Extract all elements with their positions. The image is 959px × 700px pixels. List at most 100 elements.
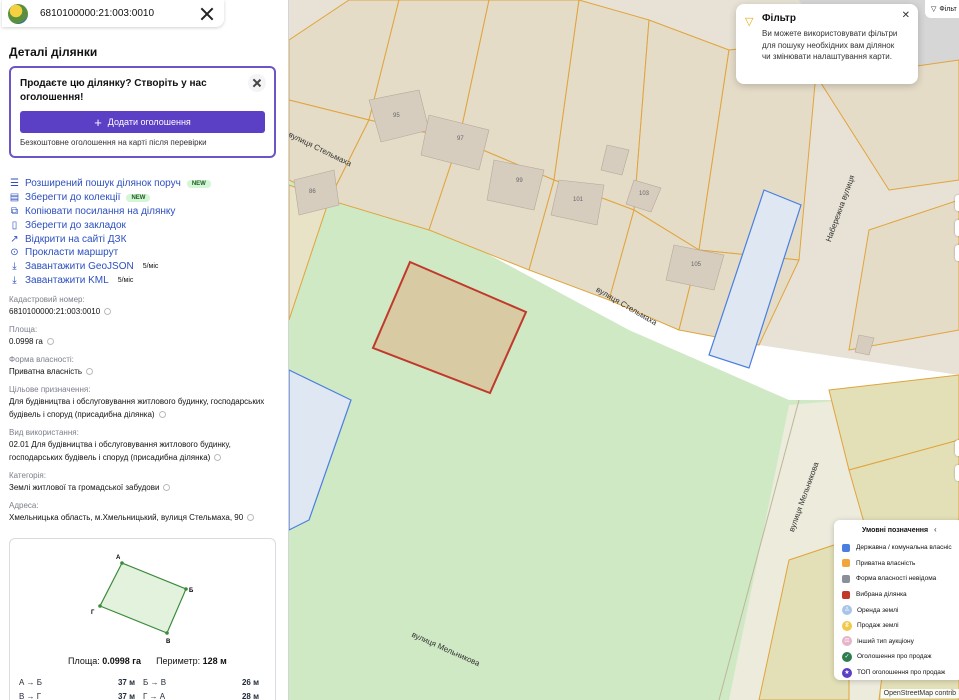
filter-tooltip-text: Ви можете використовувати фільтри для по…	[762, 29, 898, 61]
category-value: Землі житлової та громадської забудови	[9, 481, 279, 494]
info-icon[interactable]	[158, 411, 166, 419]
action-save-collection[interactable]: ▤ Зберегти до колекції NEW	[9, 191, 211, 205]
legend-item: ♙ Оренда землі	[842, 602, 956, 618]
map-side-control[interactable]	[955, 195, 959, 211]
side-name: А → Б	[19, 677, 43, 687]
action-label: Зберегти до колекції	[25, 192, 121, 204]
info-icon[interactable]	[247, 514, 255, 522]
action-download-kml[interactable]: ⤓ Завантажити KML 5/міс	[9, 274, 211, 288]
map-canvas[interactable]: вулиця Стельмаха вулиця Стельмаха Набере…	[289, 0, 959, 700]
category-label: Категорія:	[9, 471, 46, 480]
side-cell: Г → А 28 м	[143, 692, 267, 700]
map-side-control[interactable]	[955, 220, 959, 236]
purpose-label: Цільове призначення:	[9, 385, 91, 394]
action-label: Зберегти до закладок	[25, 219, 126, 231]
action-label: Завантажити KML	[25, 274, 109, 286]
sliders-icon: ☰	[10, 178, 19, 190]
search-input[interactable]: 6810100000:21:003:0010	[40, 8, 200, 19]
parcel-shape-diagram: А Б В Г	[91, 555, 194, 645]
legend-item: ✓ Оголошення про продаж	[842, 649, 956, 665]
funnel-icon: ▽	[745, 16, 754, 28]
vertex-label-v: В	[166, 639, 171, 645]
house-number: 95	[393, 113, 400, 119]
promo-card: Продаєте цю ділянку? Створіть у нас огол…	[9, 66, 276, 158]
house-number: 101	[573, 197, 584, 203]
add-listing-button[interactable]: + Додати оголошення	[20, 111, 265, 133]
info-icon[interactable]	[214, 454, 222, 462]
action-copy-link[interactable]: ⧉ Копіювати посилання на ділянку	[9, 205, 211, 219]
filter-button-label: Фільт	[939, 5, 957, 13]
legend-item: Форма власності невідома	[842, 571, 956, 587]
legend-swatch	[842, 574, 850, 583]
side-cell: В → Г 37 м	[19, 692, 143, 700]
vertex-dot	[120, 561, 124, 565]
download-icon: ⤓	[12, 274, 17, 286]
filter-button[interactable]: ▽ Фільт	[925, 0, 959, 18]
map-side-control[interactable]	[955, 245, 959, 261]
house-number: 105	[691, 262, 702, 268]
legend-item: ₴ Продаж землі	[842, 618, 956, 634]
ownership-value: Приватна власність	[9, 365, 279, 378]
usage-value: 02.01 Для будівництва і обслуговування ж…	[9, 438, 279, 464]
action-route[interactable]: ⊙ Прокласти маршрут	[9, 246, 211, 260]
lease-icon: ♙	[842, 605, 852, 616]
shape-area-label: Площа:	[68, 656, 100, 666]
action-label: Розширений пошук ділянок поруч	[25, 178, 181, 190]
legend-item: Вибрана ділянка	[842, 587, 956, 603]
map-side-control[interactable]	[955, 440, 959, 456]
action-bookmark[interactable]: ▯ Зберегти до закладок	[9, 218, 211, 232]
house-number: 86	[309, 189, 316, 195]
side-name: Г → А	[143, 691, 166, 700]
shape-area-value: 0.0998 га	[102, 656, 142, 666]
action-advanced-search[interactable]: ☰ Розширений пошук ділянок поруч NEW	[9, 177, 211, 191]
address-label: Адреса:	[9, 501, 39, 510]
plus-icon: +	[94, 114, 102, 130]
close-icon[interactable]	[200, 7, 214, 21]
chevron-left-icon[interactable]: ‹	[934, 525, 937, 534]
shape-perimeter-value: 128 м	[202, 656, 227, 666]
link-icon: ⧉	[10, 205, 19, 217]
limit-label: 5/міс	[142, 263, 159, 271]
address-value: Хмельницька область, м.Хмельницький, вул…	[9, 511, 279, 524]
legend-swatch	[842, 559, 850, 568]
sides-row: В → Г 37 м Г → А 28 м	[19, 689, 267, 700]
legend-label: Вибрана ділянка	[856, 591, 907, 599]
action-open-dzk[interactable]: ↗ Відкрити на сайті ДЗК	[9, 232, 211, 246]
legend-item: ⚖ Інший тип аукціону	[842, 634, 956, 650]
panel-title: Деталі ділянки	[9, 45, 98, 59]
info-icon[interactable]	[163, 484, 171, 492]
listing-icon: ✓	[842, 651, 852, 662]
purpose-text: Для будівництва і обслуговування житлово…	[9, 397, 265, 419]
filter-tooltip-title: Фільтр	[762, 13, 796, 24]
address-text: Хмельницька область, м.Хмельницький, вул…	[9, 513, 244, 522]
info-icon[interactable]	[86, 368, 94, 376]
parcel-shape-card: А Б В Г Площа: 0.0998 га Периметр: 128 м…	[9, 538, 276, 700]
bookmark-icon: ▯	[11, 219, 18, 231]
house-number: 97	[457, 136, 464, 142]
shape-summary: Площа: 0.0998 га Периметр: 128 м	[68, 656, 227, 666]
cadastral-number[interactable]: 6810100000:21:003:0010	[9, 307, 100, 316]
legend-swatch	[842, 590, 850, 599]
new-badge: NEW	[186, 179, 211, 188]
promo-close-icon[interactable]	[248, 74, 266, 92]
action-download-geojson[interactable]: ⤓ Завантажити GeoJSON 5/міс	[9, 260, 211, 274]
cadastral-value: 6810100000:21:003:0010	[9, 305, 279, 318]
search-bar[interactable]: 6810100000:21:003:0010	[2, 0, 224, 27]
shape-perimeter-label: Периметр:	[156, 656, 201, 666]
close-icon[interactable]: ✕	[902, 10, 910, 21]
legend-title: Умовні позначення	[862, 527, 929, 534]
area-label: Площа:	[9, 325, 38, 334]
info-icon[interactable]	[46, 338, 54, 346]
parcel-shape	[99, 562, 187, 634]
legend-label: Приватна власність	[856, 559, 916, 567]
app-logo	[8, 3, 28, 24]
legend-label: Інший тип аукціону	[857, 637, 914, 645]
copy-icon[interactable]	[104, 308, 112, 316]
legend-item: Приватна власність	[842, 556, 956, 572]
cadastral-label: Кадастровий номер:	[9, 295, 85, 304]
legend-label: Оренда землі	[857, 606, 899, 614]
map-side-control[interactable]	[955, 465, 959, 481]
auction-icon: ⚖	[842, 636, 852, 647]
map-attribution[interactable]: OpenStreetMap contrib	[880, 689, 959, 698]
legend-label: Оголошення про продаж	[857, 653, 932, 661]
